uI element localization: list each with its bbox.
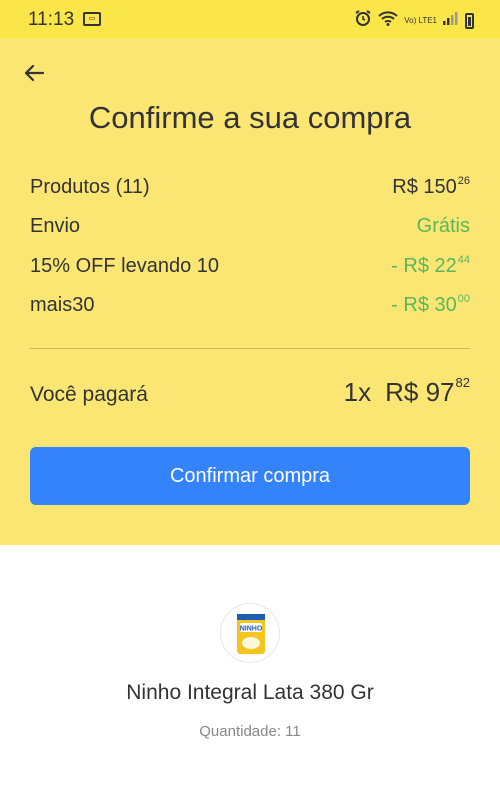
purchase-summary-panel: Confirme a sua compra Produtos (11) R$ 1… [0,38,500,545]
status-time: 11:13 [28,9,75,30]
total-cents: 82 [455,375,470,390]
alarm-icon [354,9,372,32]
wifi-icon [378,10,398,31]
status-icons: Vo) LTE1 [354,9,474,32]
summary-row-coupon: mais30 - R$ 3000 [30,293,470,324]
summary-row-value: R$ 15026 [392,175,470,198]
product-image: NINHO [220,603,280,663]
total-label: Você pagará [30,383,148,406]
summary-row-label: 15% OFF levando 10 [30,255,219,277]
cast-icon: ▭ [83,12,101,26]
product-quantity: Quantidade: 11 [199,723,301,740]
summary-row-shipping: Envio Grátis [30,215,470,245]
battery-icon [465,12,474,29]
divider [30,348,470,349]
confirm-purchase-button[interactable]: Confirmar compra [30,447,470,505]
page-title: Confirme a sua compra [88,100,412,135]
back-arrow-icon[interactable] [18,58,50,88]
status-bar: 11:13 ▭ Vo) LTE1 [0,0,500,38]
installments: 1x [343,377,372,407]
total-amount: R$ 97 [385,377,455,407]
summary-row-products: Produtos (11) R$ 15026 [30,175,470,206]
total-value: 1x R$ 9782 [343,375,470,408]
summary-row-label: Envio [30,215,81,237]
network-label: Vo) LTE1 [404,15,437,25]
summary-row-value: Grátis [416,215,470,237]
summary-row-label: mais30 [30,294,95,316]
summary-row-value: - R$ 3000 [391,293,470,316]
signal-icon [443,11,459,30]
summary-row-value: - R$ 2244 [391,254,470,277]
summary-row-discount: 15% OFF levando 10 - R$ 2244 [30,254,470,285]
product-name: Ninho Integral Lata 380 Gr [126,681,374,704]
summary-row-label: Produtos (11) [30,176,150,198]
product-brand-text: NINHO [240,626,263,633]
